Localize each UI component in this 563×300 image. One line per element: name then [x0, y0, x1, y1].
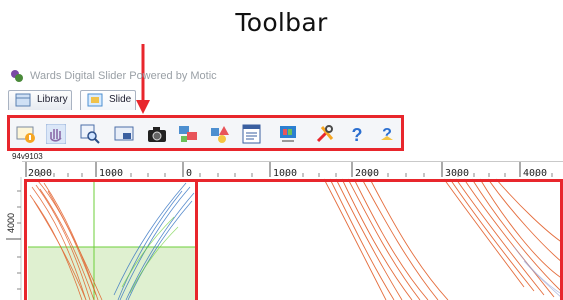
- annotation-title: Toolbar: [235, 8, 328, 37]
- document-label: 94v9103: [12, 152, 43, 161]
- svg-text:?: ?: [382, 126, 392, 143]
- app-title: Wards Digital Slider Powered by Motic: [30, 70, 217, 82]
- tab-slide[interactable]: Slide: [80, 90, 136, 110]
- tools-settings-icon[interactable]: [315, 124, 335, 144]
- app-logo-icon: [11, 70, 23, 82]
- navigator-panel[interactable]: [24, 179, 198, 300]
- toolbar: ? ?: [7, 115, 404, 151]
- help-icon[interactable]: ?: [347, 124, 367, 144]
- hand-pan-icon[interactable]: [46, 124, 66, 144]
- slide-icon: [87, 93, 103, 107]
- overview-map-icon[interactable]: [114, 124, 134, 144]
- library-icon: [15, 93, 31, 107]
- tab-library[interactable]: Library: [8, 90, 72, 110]
- ruler-top: 2000 1000 0 1000 2000 3000 4000: [22, 161, 563, 179]
- image-info-icon[interactable]: [16, 124, 36, 144]
- camera-icon[interactable]: [147, 124, 167, 144]
- context-help-icon[interactable]: ?: [377, 124, 397, 144]
- compare-images-icon[interactable]: [178, 124, 198, 144]
- tab-slide-label: Slide: [109, 94, 132, 105]
- annotation-shapes-icon[interactable]: [210, 124, 230, 144]
- ruler-left-label: 4000: [6, 212, 16, 233]
- svg-text:?: ?: [352, 125, 363, 144]
- display-adjust-icon[interactable]: [278, 124, 298, 144]
- ruler-left: 4000: [6, 177, 22, 300]
- zoom-magnifier-icon[interactable]: [80, 124, 100, 144]
- tab-library-label: Library: [37, 94, 68, 105]
- slide-list-icon[interactable]: [242, 124, 262, 144]
- slide-view-highlight: [198, 179, 563, 300]
- ruler-left-ticks: [6, 177, 22, 300]
